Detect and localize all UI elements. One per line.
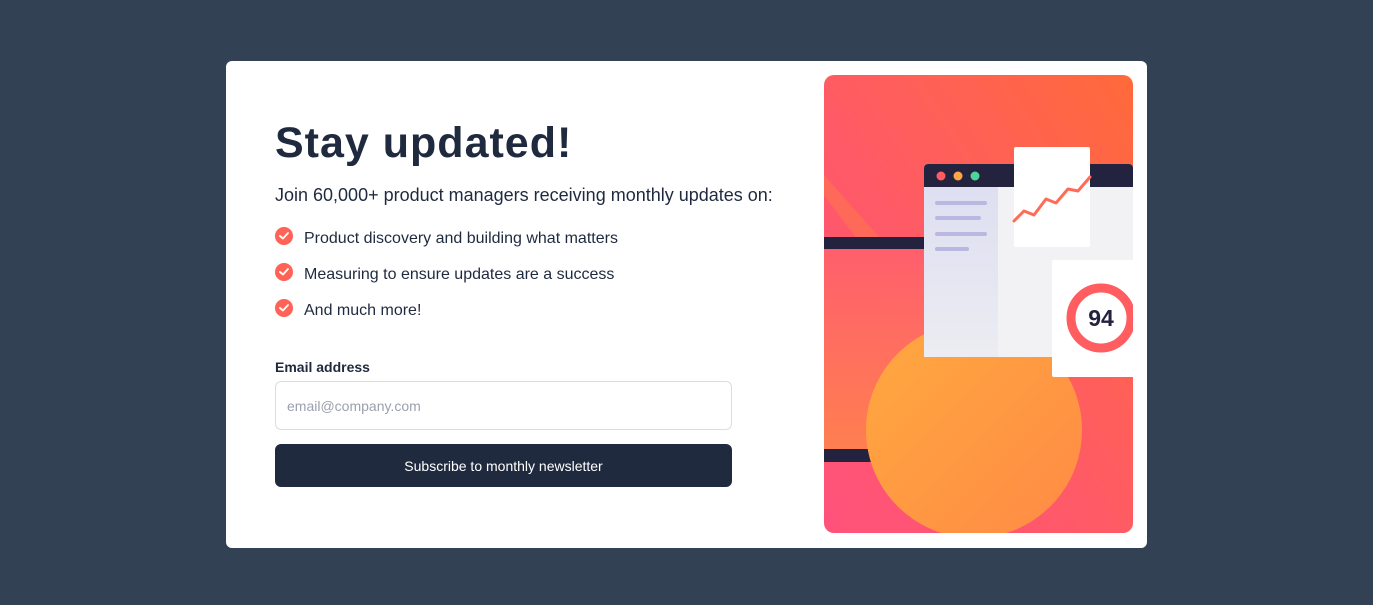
score-value: 94 <box>1088 305 1114 331</box>
hero-illustration: 94 <box>824 75 1133 533</box>
subtitle: Join 60,000+ product managers receiving … <box>275 185 773 205</box>
check-icon <box>275 227 293 245</box>
subscribe-button[interactable]: Subscribe to monthly newsletter <box>275 444 732 487</box>
newsletter-card: Stay updated! Join 60,000+ product manag… <box>226 61 1147 548</box>
page-title: Stay updated! <box>275 119 573 167</box>
feature-text: And much more! <box>304 302 422 319</box>
email-label: Email address <box>275 359 370 375</box>
window-dots-icon <box>936 171 946 181</box>
check-icon <box>275 299 293 317</box>
email-field[interactable] <box>275 381 732 430</box>
feature-text: Product discovery and building what matt… <box>304 230 618 247</box>
check-icon <box>275 263 293 281</box>
feature-text: Measuring to ensure updates are a succes… <box>304 266 615 283</box>
